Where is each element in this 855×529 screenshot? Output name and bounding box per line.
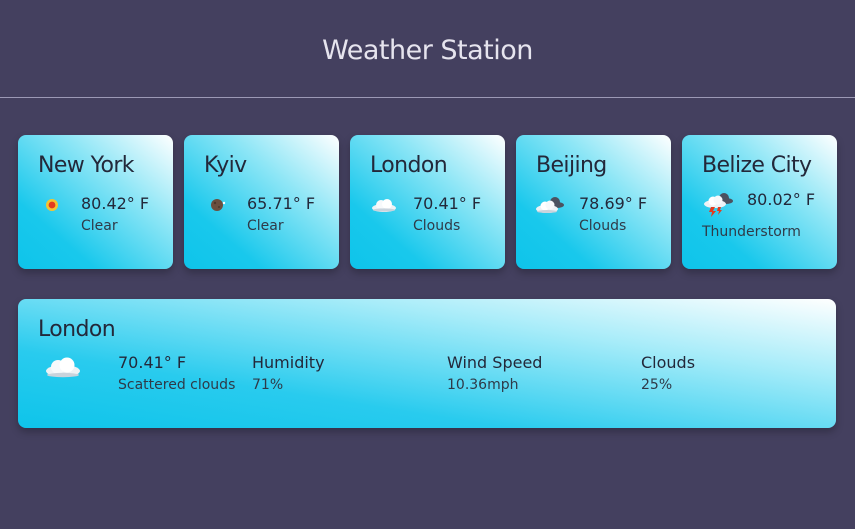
card-city-name: Belize City bbox=[702, 153, 812, 178]
humidity-value: 71% bbox=[252, 377, 284, 393]
card-temperature: 80.02° F bbox=[747, 190, 816, 209]
moon-icon bbox=[197, 193, 239, 217]
city-card-london[interactable]: London 70.41° F Clouds bbox=[350, 135, 505, 269]
card-temperature: 70.41° F bbox=[413, 194, 482, 213]
card-city-name: London bbox=[370, 153, 448, 178]
cloud-icon bbox=[44, 356, 82, 382]
wind-speed-label: Wind Speed bbox=[447, 353, 543, 372]
card-temperature: 65.71° F bbox=[247, 194, 316, 213]
card-condition: Clouds bbox=[413, 218, 461, 234]
page-title: Weather Station bbox=[322, 35, 533, 66]
card-city-name: New York bbox=[38, 153, 135, 178]
humidity-stat: Humidity 71% bbox=[252, 352, 325, 396]
card-condition: Clouds bbox=[579, 218, 627, 234]
sun-icon bbox=[31, 193, 73, 217]
humidity-label: Humidity bbox=[252, 353, 325, 372]
detail-condition: Scattered clouds bbox=[118, 377, 236, 393]
detail-temperature: 70.41° F bbox=[118, 353, 187, 372]
page-header: Weather Station bbox=[0, 0, 855, 98]
detail-city-name: London bbox=[38, 317, 116, 342]
card-city-name: Kyiv bbox=[204, 153, 247, 178]
card-temperature: 78.69° F bbox=[579, 194, 648, 213]
cloud-icon bbox=[363, 193, 405, 217]
city-card-beijing[interactable]: Beijing 78.69° F Clouds bbox=[516, 135, 671, 269]
city-card-new-york[interactable]: New York 80.42° F Clear bbox=[18, 135, 173, 269]
clouds-label: Clouds bbox=[641, 353, 696, 372]
card-condition: Clear bbox=[81, 218, 118, 234]
card-temperature: 80.42° F bbox=[81, 194, 150, 213]
city-cards: New York 80.42° F Clear Kyiv 65.71° F Cl… bbox=[18, 135, 837, 269]
card-condition: Clear bbox=[247, 218, 284, 234]
wind-speed-value: 10.36mph bbox=[447, 377, 519, 393]
thunderstorm-icon bbox=[699, 189, 739, 219]
dark-cloud-icon bbox=[529, 193, 571, 217]
clouds-value: 25% bbox=[641, 377, 673, 393]
city-card-kyiv[interactable]: Kyiv 65.71° F Clear bbox=[184, 135, 339, 269]
card-condition: Thunderstorm bbox=[702, 224, 801, 240]
clouds-stat: Clouds 25% bbox=[641, 352, 695, 396]
card-city-name: Beijing bbox=[536, 153, 607, 178]
city-card-belize-city[interactable]: Belize City 80.02° F Thunderstorm bbox=[682, 135, 837, 269]
wind-speed-stat: Wind Speed 10.36mph bbox=[447, 352, 542, 396]
city-detail-panel: London 70.41° F Scattered clouds Humidit… bbox=[18, 299, 836, 428]
